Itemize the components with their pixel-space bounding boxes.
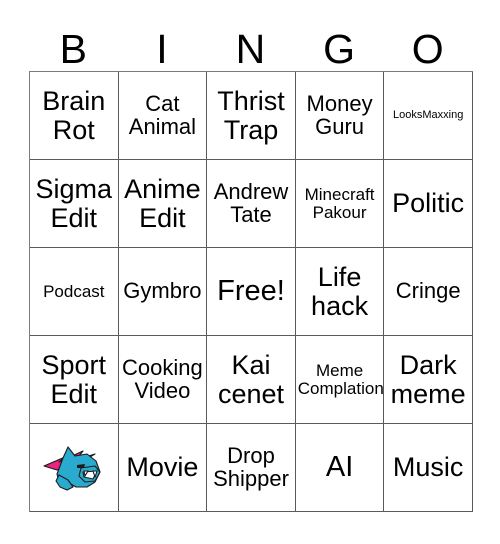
- bingo-cell-label: Cat Animal: [128, 90, 197, 139]
- bingo-cell-life-hack[interactable]: Life hack: [295, 248, 385, 336]
- bingo-cell-ai[interactable]: AI: [295, 424, 385, 512]
- bingo-cell-free[interactable]: Free!: [207, 248, 296, 336]
- bingo-row: Sigma Edit Anime Edit Andrew Tate Minecraft…: [30, 160, 473, 248]
- bingo-cell-label: Dark meme: [390, 350, 466, 409]
- bingo-cell-label: Money Guru: [306, 90, 373, 139]
- bingo-cell-label: Podcast: [43, 281, 105, 301]
- bingo-cell-label: Music: [392, 452, 464, 483]
- bingo-cell-label: Anime Edit: [124, 174, 201, 233]
- bingo-cell-looksmaxxing[interactable]: LooksMaxxing: [384, 72, 473, 160]
- bingo-row: Podcast Gymbro Free! Life hack Cringe: [30, 248, 473, 336]
- bingo-cell-label: Sport Edit: [41, 350, 107, 409]
- bingo-cell-logo[interactable]: [30, 424, 119, 512]
- panther-mascot-icon: [43, 442, 105, 494]
- bingo-cell-cringe[interactable]: Cringe: [384, 248, 473, 336]
- bingo-cell-movie[interactable]: Movie: [118, 424, 208, 512]
- bingo-cell-anime-edit[interactable]: Anime Edit: [118, 160, 208, 248]
- bingo-cell-thrist-trap[interactable]: Thrist Trap: [207, 72, 296, 160]
- bingo-cell-label: Drop Shipper: [213, 442, 289, 491]
- bingo-cell-label: Gymbro: [123, 278, 202, 304]
- bingo-header-letter-b: B: [59, 26, 87, 72]
- bingo-cell-label: Movie: [126, 452, 199, 483]
- bingo-row: Sport Edit Cooking Video Kai cenet Meme Com…: [30, 336, 473, 424]
- bingo-cell-meme-complation[interactable]: Meme Complation: [295, 336, 385, 424]
- bingo-cell-label: Meme Complation: [297, 360, 384, 398]
- bingo-cell-label: Brain Rot: [42, 86, 106, 145]
- bingo-cell-podcast[interactable]: Podcast: [30, 248, 119, 336]
- bingo-cell-andrew-tate[interactable]: Andrew Tate: [207, 160, 296, 248]
- bingo-header-letter-g: G: [323, 26, 356, 72]
- bingo-cell-label: Cringe: [395, 278, 461, 304]
- bingo-cell-label: Sigma Edit: [35, 174, 113, 233]
- bingo-cell-label: LooksMaxxing: [393, 108, 464, 121]
- bingo-card: B I N G O Brain Rot Cat Animal Thrist Trap Mone…: [29, 16, 473, 512]
- bingo-cell-label: AI: [325, 451, 354, 484]
- bingo-cell-minecraft-pakour[interactable]: Minecraft Pakour: [295, 160, 385, 248]
- bingo-cell-gymbro[interactable]: Gymbro: [118, 248, 208, 336]
- bingo-header-letter-o: O: [411, 26, 444, 72]
- bingo-cell-label: Minecraft Pakour: [304, 184, 375, 222]
- bingo-cell-label: Life hack: [311, 262, 369, 321]
- bingo-cell-dark-meme[interactable]: Dark meme: [384, 336, 473, 424]
- bingo-cell-kai-cenet[interactable]: Kai cenet: [207, 336, 296, 424]
- bingo-cell-cooking-video[interactable]: Cooking Video: [118, 336, 208, 424]
- bingo-row: Brain Rot Cat Animal Thrist Trap Money Guru…: [30, 72, 473, 160]
- bingo-header-letter-i: I: [156, 26, 168, 72]
- bingo-cell-label: Andrew Tate: [213, 178, 289, 227]
- bingo-cell-sport-edit[interactable]: Sport Edit: [30, 336, 119, 424]
- bingo-cell-music[interactable]: Music: [384, 424, 473, 512]
- bingo-cell-brain-rot[interactable]: Brain Rot: [30, 72, 119, 160]
- bingo-cell-label: Free!: [217, 275, 285, 308]
- bingo-row: Movie Drop Shipper AI Music: [30, 424, 473, 512]
- bingo-cell-money-guru[interactable]: Money Guru: [295, 72, 385, 160]
- bingo-header-letter-n: N: [235, 26, 266, 72]
- bingo-cell-politic[interactable]: Politic: [384, 160, 473, 248]
- bingo-cell-label: Thrist Trap: [217, 86, 285, 145]
- bingo-cell-drop-shipper[interactable]: Drop Shipper: [207, 424, 296, 512]
- bingo-header: BINGO: [29, 16, 472, 71]
- bingo-cell-label: Politic: [392, 188, 465, 219]
- bingo-grid: Brain Rot Cat Animal Thrist Trap Money Guru…: [29, 71, 473, 512]
- bingo-cell-cat-animal[interactable]: Cat Animal: [118, 72, 208, 160]
- bingo-cell-sigma-edit[interactable]: Sigma Edit: [30, 160, 119, 248]
- bingo-cell-label: Kai cenet: [217, 350, 285, 409]
- bingo-cell-label: Cooking Video: [122, 354, 203, 403]
